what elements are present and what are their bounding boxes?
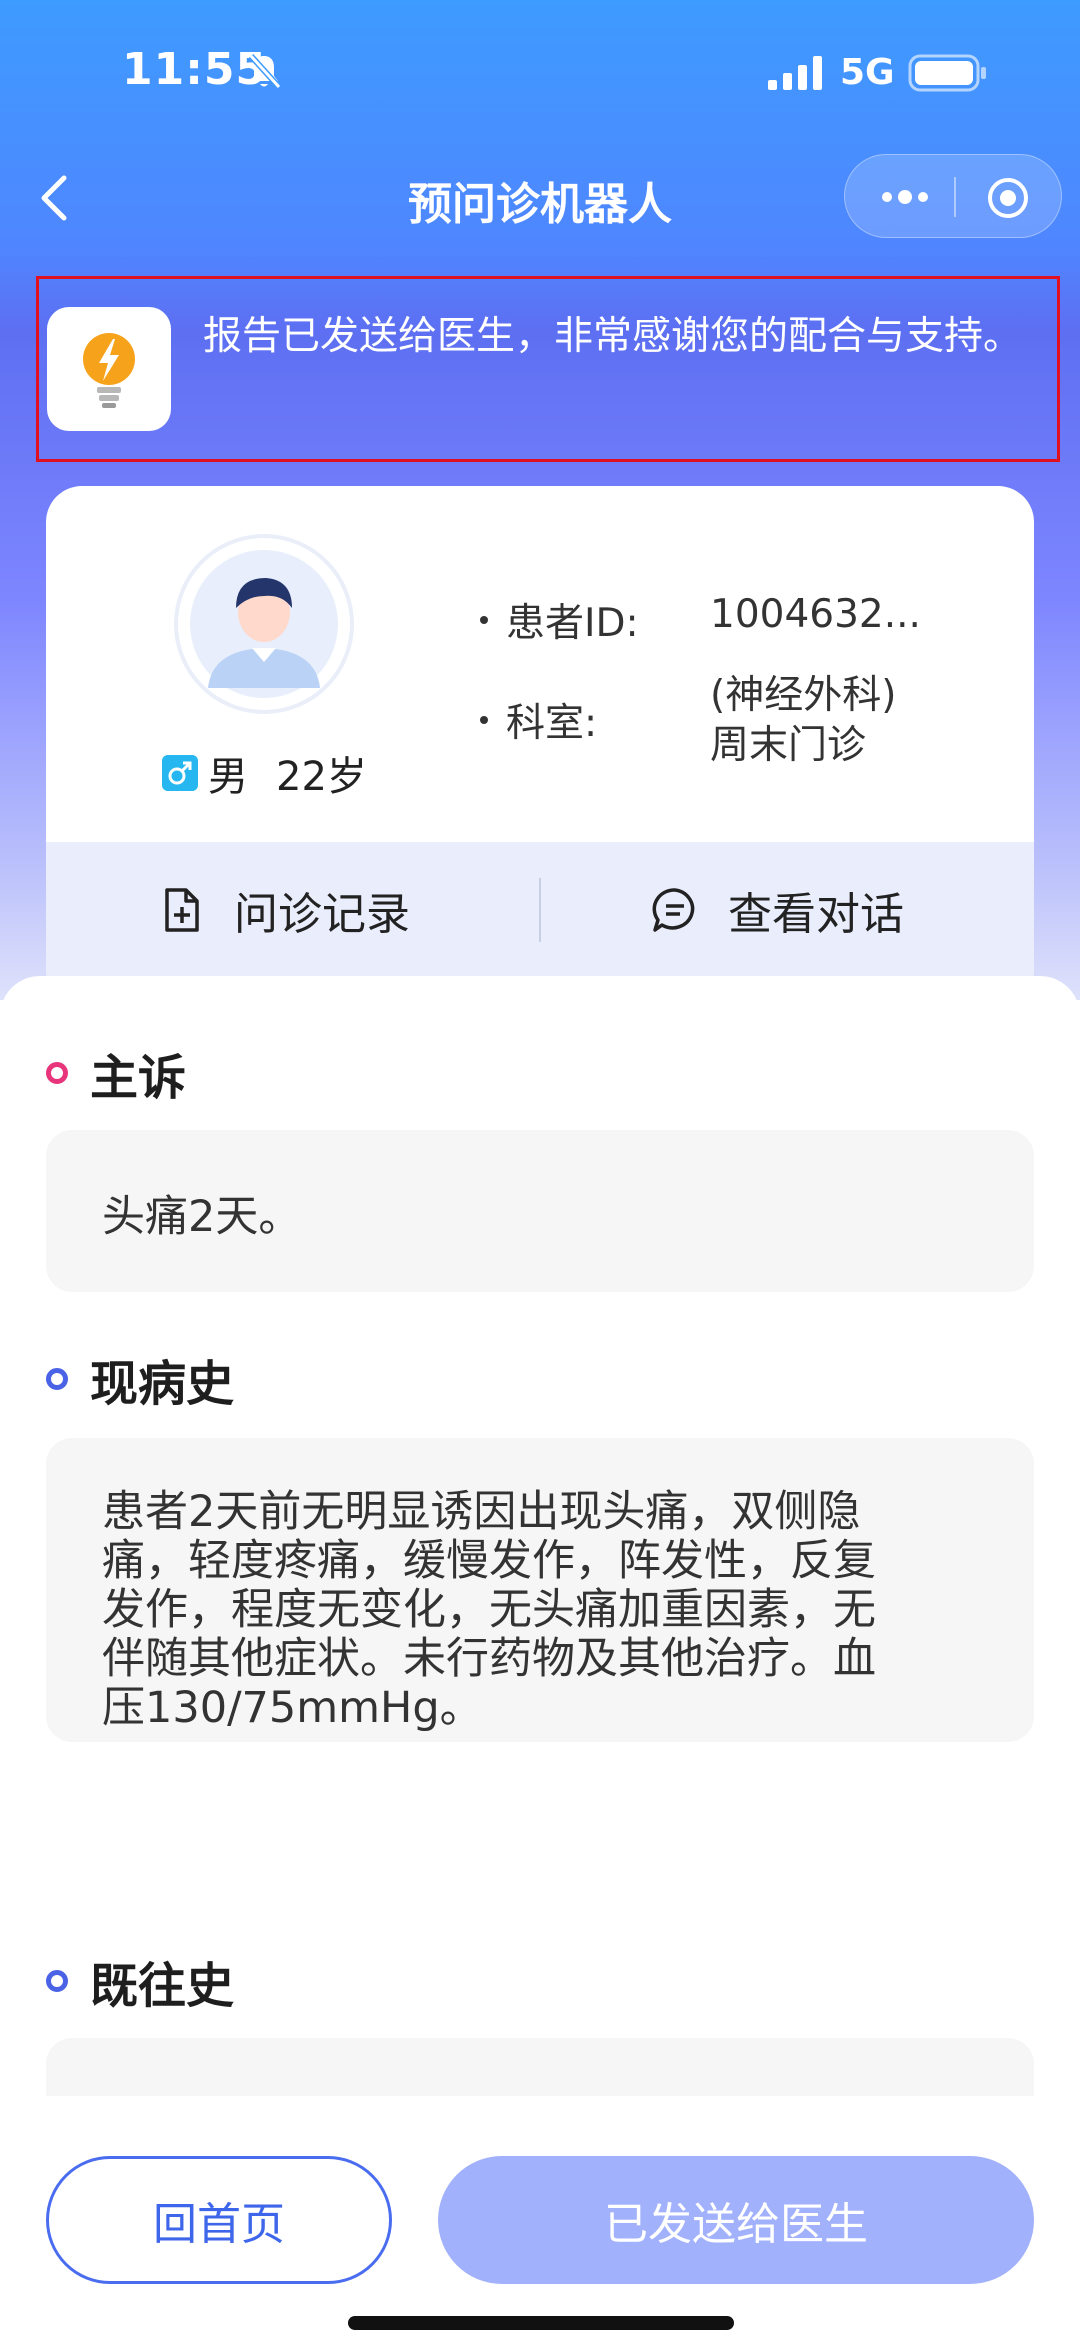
report-content: 主诉 头痛2天。 现病史 患者2天前无明显诱因出现头痛，双侧隐 痛，轻度疼痛，缓…: [0, 976, 1080, 2096]
home-indicator: [348, 2316, 734, 2330]
section-dot: [46, 1368, 68, 1390]
bell-muted-icon: [248, 53, 282, 90]
status-bar: 11:55 5G: [0, 0, 1080, 150]
tab-divider: [539, 878, 541, 942]
section-chief-complaint-header: 主诉: [46, 1038, 186, 1108]
department-label: 科室:: [506, 701, 598, 746]
patient-card: 男 22岁 患者ID: 1004632... 科室: (神经外科) 周末门诊 问…: [46, 486, 1034, 1006]
section-title: 现病史: [90, 1356, 235, 1412]
notice-banner: 报告已发送给医生，非常感谢您的配合与支持。: [36, 276, 1060, 462]
section-past-history-header: 既往史: [46, 1946, 234, 2016]
section-present-illness-header: 现病史: [46, 1344, 234, 1414]
more-dots-icon[interactable]: [875, 175, 935, 219]
chief-complaint-box: 头痛2天。: [46, 1130, 1034, 1292]
user-avatar-icon: [190, 550, 338, 698]
lightbulb-icon: [83, 333, 135, 408]
footer-bar: 回首页 已发送给医生: [0, 2096, 1080, 2341]
present-illness-line: 患者2天前无明显诱因出现头痛，双侧隐: [102, 1487, 861, 1537]
present-illness-line: 伴随其他症状。未行药物及其他治疗。血: [102, 1634, 876, 1684]
patient-id-label: 患者ID:: [506, 601, 639, 646]
tab-label: 问诊记录: [234, 889, 410, 940]
nav-bar: 预问诊机器人: [0, 150, 1080, 250]
gender: 男: [208, 754, 248, 800]
bullet-dot: [480, 616, 488, 624]
section-title: 主诉: [90, 1050, 187, 1106]
section-dot: [46, 1062, 68, 1084]
mini-program-capsule: [844, 154, 1062, 238]
male-icon: [162, 755, 198, 791]
battery-icon: [908, 54, 986, 92]
notice-icon-tile: [47, 307, 171, 431]
capsule-divider: [954, 177, 956, 217]
tab-label: 查看对话: [728, 889, 904, 940]
notice-text: 报告已发送给医生，非常感谢您的配合与支持。: [203, 314, 1023, 359]
signal-icon: [768, 56, 822, 90]
sent-to-doctor-button[interactable]: 已发送给医生: [438, 2156, 1034, 2284]
network-label: 5G: [840, 52, 895, 93]
present-illness-box: 患者2天前无明显诱因出现头痛，双侧隐 痛，轻度疼痛，缓慢发作，阵发性，反复 发作…: [46, 1438, 1034, 1742]
gender-age-row: 男 22岁: [162, 744, 367, 802]
avatar: [174, 534, 354, 714]
file-add-icon: [165, 888, 199, 932]
card-tabs: 问诊记录 查看对话: [46, 842, 1034, 978]
home-button[interactable]: 回首页: [46, 2156, 392, 2284]
present-illness-line: 压130/75mmHg。: [102, 1683, 483, 1733]
department-value-line1: (神经外科): [710, 673, 897, 718]
age: 22岁: [276, 754, 367, 800]
bullet-dot: [480, 716, 488, 724]
section-title: 既往史: [90, 1958, 235, 2014]
chat-icon: [652, 888, 695, 932]
past-history-box: [46, 2038, 1034, 2096]
present-illness-line: 发作，程度无变化，无头痛加重因素，无: [102, 1585, 876, 1635]
present-illness-line: 痛，轻度疼痛，缓慢发作，阵发性，反复: [102, 1536, 876, 1586]
close-target-icon[interactable]: [985, 175, 1031, 221]
department-value-line2: 周末门诊: [710, 723, 867, 768]
patient-id-value: 1004632...: [710, 592, 921, 637]
tab-consultation-record[interactable]: 问诊记录: [158, 842, 410, 978]
section-dot: [46, 1970, 68, 1992]
tab-view-conversation[interactable]: 查看对话: [652, 842, 904, 978]
chief-complaint-text: 头痛2天。: [102, 1192, 302, 1242]
